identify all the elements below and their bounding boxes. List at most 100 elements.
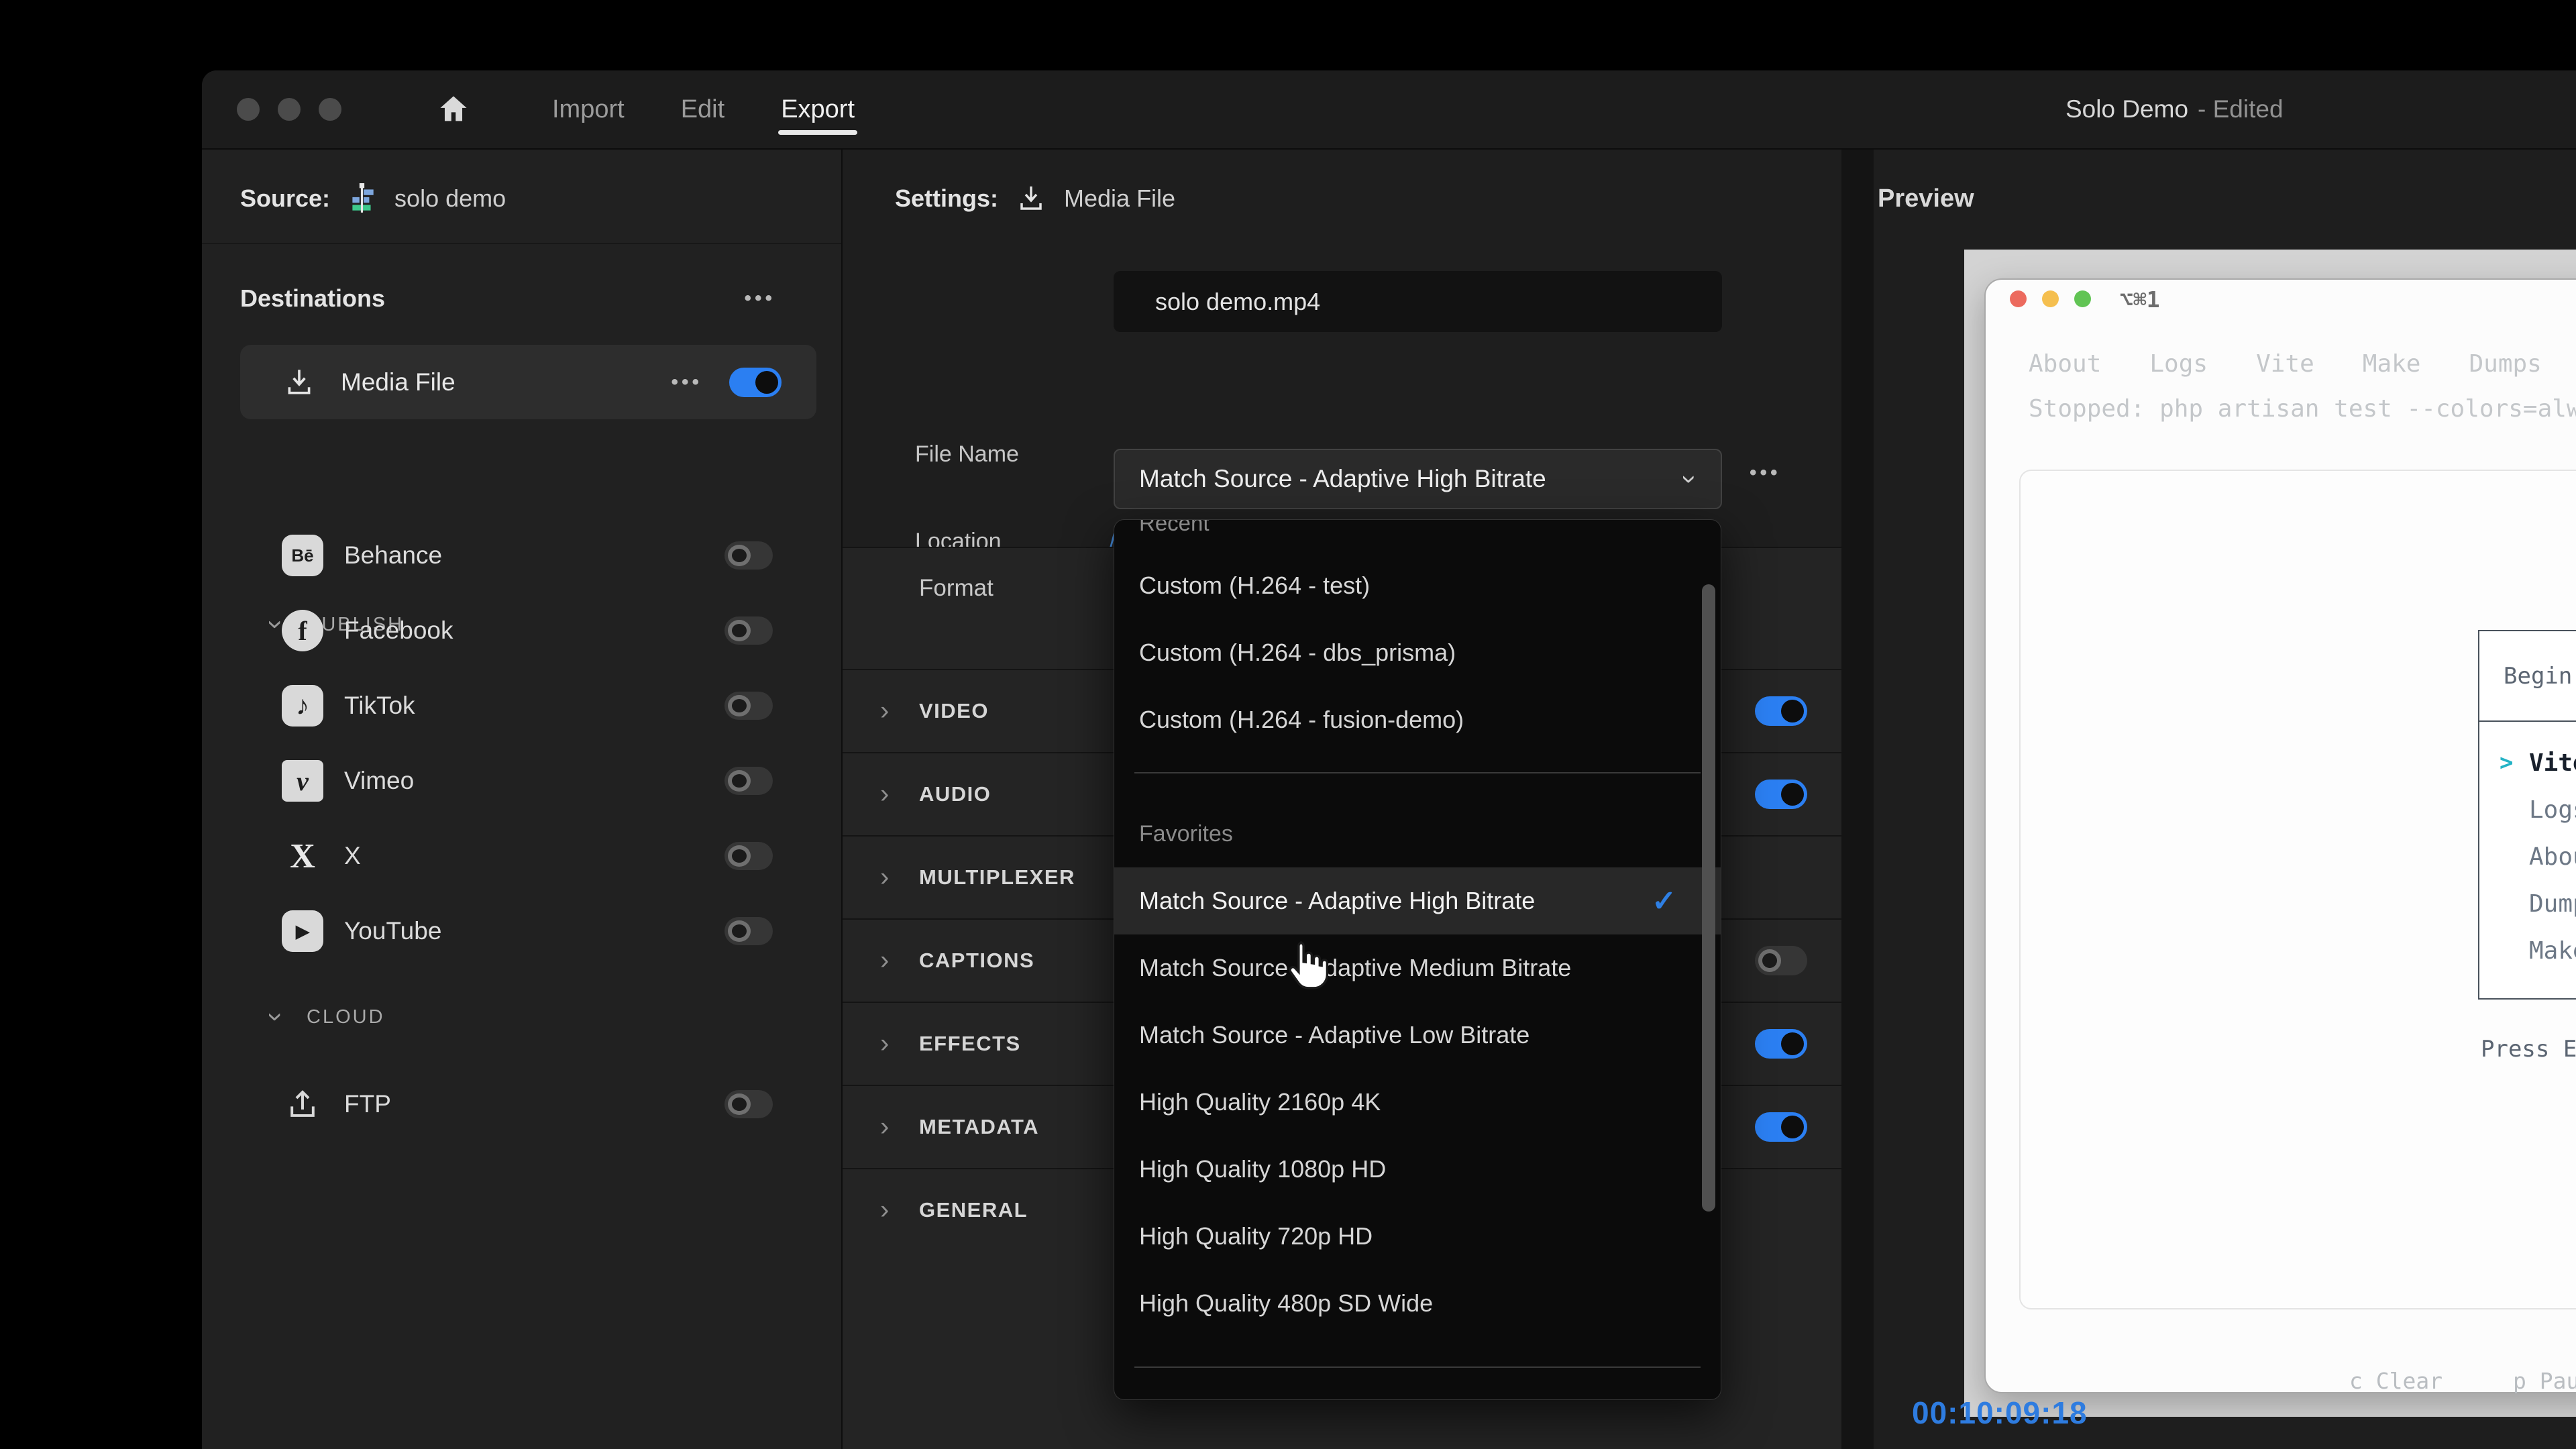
captions-toggle[interactable]	[1755, 946, 1807, 975]
behance-toggle[interactable]	[724, 541, 773, 570]
terminal-press-hint: Press ES	[2481, 1036, 2576, 1063]
destinations-menu-button[interactable]: •••	[744, 278, 775, 319]
preset-dropdown[interactable]: Match Source - Adaptive High Bitrate ›	[1114, 449, 1722, 509]
chevron-right-icon: ›	[880, 696, 890, 726]
effects-toggle[interactable]	[1755, 1029, 1807, 1059]
facebook-toggle[interactable]	[724, 616, 773, 645]
menu-item-about: About	[2029, 350, 2102, 378]
home-button[interactable]	[437, 93, 470, 126]
x-toggle[interactable]	[724, 842, 773, 870]
preset-option[interactable]: Match Source - Adaptive Medium Bitrate	[1114, 934, 1721, 1002]
destination-media-file[interactable]: Media File •••	[240, 345, 816, 419]
destinations-header: Destinations	[240, 278, 385, 319]
general-section-label: GENERAL	[919, 1198, 1028, 1222]
destination-behance[interactable]: Bē Behance	[202, 518, 841, 593]
effects-section-label: EFFECTS	[919, 1032, 1021, 1055]
captions-section-label: CAPTIONS	[919, 949, 1035, 972]
dialog-title: Begin t	[2479, 631, 2576, 722]
terminal-dialog: Begin t > Vite Logs	[2478, 630, 2576, 1000]
youtube-toggle[interactable]	[724, 917, 773, 945]
maximize-window-icon[interactable]	[319, 98, 341, 121]
media-file-toggle[interactable]	[729, 367, 782, 397]
project-title: Solo Demo - Edited	[2065, 70, 2284, 148]
tiktok-toggle[interactable]	[724, 692, 773, 720]
behance-icon: Bē	[282, 535, 323, 576]
dialog-item-make: Make	[2529, 936, 2576, 965]
terminal-window-title: ⌥⌘1	[2120, 286, 2160, 313]
preset-option[interactable]: Custom (H.264 - test)	[1114, 552, 1721, 619]
destination-tiktok[interactable]: ♪ TikTok	[202, 668, 841, 743]
destination-ftp[interactable]: FTP	[202, 1067, 841, 1142]
file-name-input[interactable]: solo demo.mp4	[1114, 271, 1722, 332]
preset-option[interactable]: Custom (H.264 - fusion-demo)	[1114, 686, 1721, 753]
metadata-toggle[interactable]	[1755, 1112, 1807, 1142]
titlebar: Import Edit Export Solo Demo - Edited	[202, 70, 2576, 148]
preset-option[interactable]: High Quality 720p HD	[1114, 1203, 1721, 1270]
hint-clear: c Clear	[2349, 1368, 2443, 1394]
tiktok-icon: ♪	[282, 685, 323, 727]
media-file-label: Media File	[341, 368, 455, 396]
tab-import[interactable]: Import	[524, 70, 653, 148]
destination-youtube[interactable]: ▶ YouTube	[202, 894, 841, 969]
destination-facebook[interactable]: f Facebook	[202, 593, 841, 668]
preset-value: Match Source - Adaptive High Bitrate	[1139, 465, 1546, 492]
menu-item-dumps: Dumps	[2469, 350, 2542, 378]
x-label: X	[344, 842, 361, 869]
audio-toggle[interactable]	[1755, 780, 1807, 809]
preset-option-label: Match Source - Adaptive High Bitrate	[1139, 887, 1536, 914]
facebook-label: Facebook	[344, 616, 453, 644]
destinations-label: Destinations	[240, 284, 386, 312]
media-file-download-icon	[288, 369, 311, 394]
media-file-menu-button[interactable]: •••	[671, 371, 702, 394]
minimize-window-icon[interactable]	[278, 98, 301, 121]
cloud-section-header[interactable]: › CLOUD	[261, 1003, 385, 1031]
tab-edit[interactable]: Edit	[653, 70, 753, 148]
settings-label: Settings:	[895, 184, 999, 212]
ftp-upload-icon	[290, 1090, 315, 1117]
preview-label: Preview	[1878, 184, 1974, 213]
home-icon	[440, 96, 467, 121]
minimize-icon	[2042, 290, 2059, 307]
menu-item-logs: Logs	[2149, 350, 2208, 378]
video-toggle[interactable]	[1755, 696, 1807, 726]
menu-scrollbar[interactable]	[1702, 584, 1715, 1212]
destination-x[interactable]: X X	[202, 818, 841, 894]
ftp-toggle[interactable]	[724, 1090, 773, 1118]
dialog-item-logs: Logs	[2529, 796, 2576, 824]
source-value: solo demo	[394, 184, 506, 212]
maximize-icon	[2074, 290, 2091, 307]
ellipsis-icon: •••	[744, 287, 775, 309]
preset-menu-button[interactable]: •••	[1750, 462, 1781, 484]
preview-video-frame[interactable]: ⌥⌘1 About Logs Vite Make Dumps R Stopped…	[1964, 250, 2576, 1417]
preset-option[interactable]: Match Source - Adaptive Low Bitrate	[1114, 1002, 1721, 1069]
chevron-right-icon: ›	[880, 862, 890, 892]
media-file-download-icon	[1020, 186, 1042, 210]
pointer-icon: >	[2500, 749, 2514, 776]
preset-option-selected[interactable]: Match Source - Adaptive High Bitrate ✓	[1114, 867, 1721, 934]
preset-dropdown-menu: Recent Custom (H.264 - test) Custom (H.2…	[1114, 519, 1721, 1400]
preset-option[interactable]: Custom (H.264 - dbs_prisma)	[1114, 619, 1721, 686]
format-label: Format	[919, 575, 994, 601]
preview-timecode: 00:10:09:18	[1912, 1395, 2088, 1430]
close-window-icon[interactable]	[237, 98, 260, 121]
metadata-section-label: METADATA	[919, 1115, 1040, 1138]
hint-pause: p Paus	[2513, 1368, 2576, 1394]
tiktok-label: TikTok	[344, 692, 415, 719]
preset-option[interactable]: High Quality 480p SD Wide	[1114, 1270, 1721, 1337]
preset-option[interactable]: High Quality 2160p 4K	[1114, 1069, 1721, 1136]
preset-option[interactable]: High Quality 1080p HD	[1114, 1136, 1721, 1203]
multiplexer-section-label: MULTIPLEXER	[919, 865, 1075, 889]
youtube-icon: ▶	[282, 910, 323, 952]
file-name-value: solo demo.mp4	[1155, 287, 1321, 315]
menu-divider	[1134, 772, 1701, 773]
source-label: Source:	[240, 184, 331, 212]
vimeo-toggle[interactable]	[724, 767, 773, 795]
close-icon	[2010, 290, 2027, 307]
terminal-window-controls	[2010, 290, 2091, 307]
destination-vimeo[interactable]: v Vimeo	[202, 743, 841, 818]
tab-export[interactable]: Export	[753, 70, 883, 148]
check-icon: ✓	[1652, 884, 1676, 918]
chevron-right-icon: ›	[880, 1195, 890, 1225]
facebook-icon: f	[282, 610, 323, 651]
chevron-down-icon: ›	[261, 1012, 292, 1022]
